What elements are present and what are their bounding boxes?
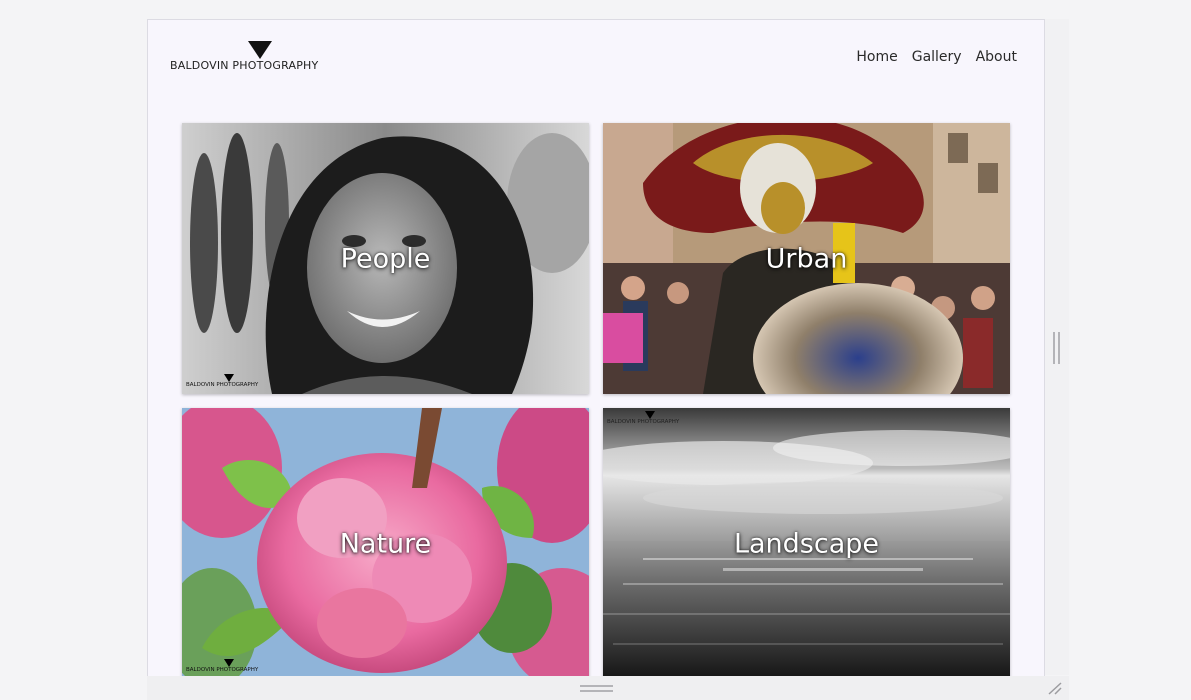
gallery-tile-nature[interactable]: Nature BALDOVIN PHOTOGRAPHY (182, 408, 589, 676)
browser-viewport: BALDOVIN PHOTOGRAPHY Home Gallery About (0, 0, 1191, 700)
tile-label-people: People (340, 243, 431, 274)
gallery-tile-urban[interactable]: Urban (603, 123, 1010, 394)
watermark-triangle-icon (224, 659, 234, 667)
gallery-tile-people[interactable]: People BALDOVIN PHOTOGRAPHY (182, 123, 589, 394)
nav-about-link[interactable]: About (976, 49, 1017, 65)
horizontal-resize-grip-icon[interactable] (580, 685, 613, 692)
vertical-resize-grip-icon[interactable] (1053, 332, 1060, 364)
watermark-triangle-icon (224, 374, 234, 382)
tile-label-urban: Urban (765, 243, 848, 274)
gallery-tile-landscape[interactable]: Landscape BALDOVIN PHOTOGRAPHY (603, 408, 1010, 676)
watermark: BALDOVIN PHOTOGRAPHY (607, 411, 697, 427)
corner-resize-icon[interactable] (1046, 680, 1064, 696)
watermark-triangle-icon (645, 411, 655, 419)
logo-text: BALDOVIN PHOTOGRAPHY (170, 59, 319, 72)
tile-label-landscape: Landscape (733, 528, 880, 559)
main-nav: Home Gallery About (856, 49, 1017, 65)
site-logo[interactable]: BALDOVIN PHOTOGRAPHY (170, 41, 340, 75)
watermark-text: BALDOVIN PHOTOGRAPHY (186, 667, 259, 673)
nav-home-link[interactable]: Home (856, 49, 897, 65)
watermark: BALDOVIN PHOTOGRAPHY (186, 374, 276, 390)
watermark-text: BALDOVIN PHOTOGRAPHY (607, 419, 680, 425)
nav-gallery-link[interactable]: Gallery (912, 49, 962, 65)
logo-triangle-icon (248, 41, 272, 59)
page-frame: BALDOVIN PHOTOGRAPHY Home Gallery About (147, 19, 1045, 677)
watermark: BALDOVIN PHOTOGRAPHY (186, 659, 276, 675)
watermark-text: BALDOVIN PHOTOGRAPHY (186, 382, 259, 388)
tile-label-nature: Nature (339, 528, 432, 559)
